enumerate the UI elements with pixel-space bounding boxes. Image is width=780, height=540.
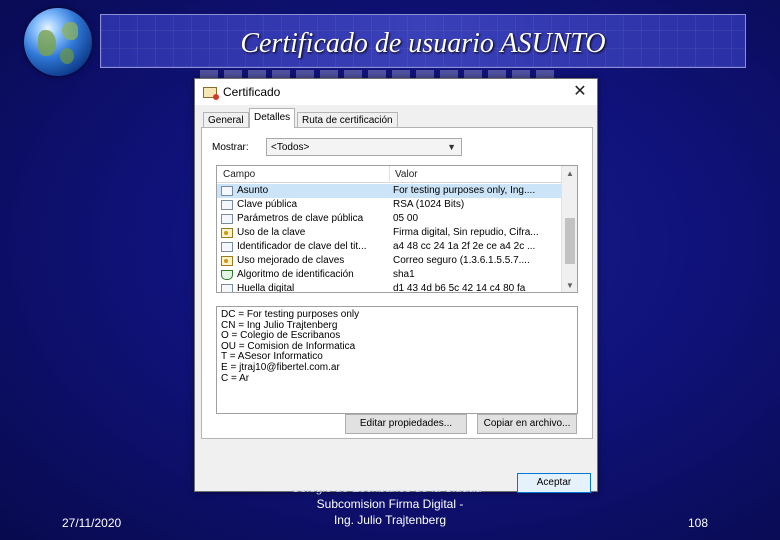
column-header-value[interactable]: Valor (395, 169, 418, 180)
row-field: Asunto (237, 185, 269, 196)
key-icon (221, 228, 233, 238)
column-divider[interactable] (389, 166, 390, 183)
row-value: Correo seguro (1.3.6.1.5.5.7.... (393, 255, 530, 266)
list-header: Campo Valor (217, 166, 561, 183)
list-row-clave-publica[interactable]: Clave pública RSA (1024 Bits) (217, 198, 561, 212)
key-icon (221, 256, 233, 266)
row-field: Algoritmo de identificación (237, 269, 354, 280)
fields-list[interactable]: Campo Valor Asunto For testing purposes … (216, 165, 578, 293)
list-rows: Asunto For testing purposes only, Ing...… (217, 184, 561, 293)
globe-logo (24, 8, 92, 76)
row-value: For testing purposes only, Ing.... (393, 185, 536, 196)
certificate-dialog: Certificado ✕ General Detalles Ruta de c… (194, 78, 598, 493)
tab-certification-path[interactable]: Ruta de certificación (297, 112, 398, 128)
row-field: Uso de la clave (237, 227, 306, 238)
tab-general[interactable]: General (203, 112, 249, 128)
row-value: sha1 (393, 269, 415, 280)
row-field: Huella digital (237, 283, 295, 293)
row-value: Firma digital, Sin repudio, Cifra... (393, 227, 539, 238)
row-value: 05 00 (393, 213, 419, 224)
show-dropdown-value: <Todos> (271, 142, 310, 153)
edit-properties-button[interactable]: Editar propiedades... (345, 414, 467, 434)
slide-title: Certificado de usuario ASUNTO (240, 28, 606, 59)
list-row-huella[interactable]: Huella digital d1 43 4d b6 5c 42 14 c4 8… (217, 282, 561, 293)
footer-line-partial: Colegio de Escribanos de la Ciudad - (290, 481, 490, 495)
row-value: RSA (1024 Bits) (393, 199, 465, 210)
list-row-uso-clave[interactable]: Uso de la clave Firma digital, Sin repud… (217, 226, 561, 240)
field-detail-textbox[interactable]: DC = For testing purposes only CN = Ing … (216, 306, 578, 414)
globe-land (38, 30, 56, 56)
row-value: a4 48 cc 24 1a 2f 2e ce a4 2c ... (393, 241, 536, 252)
page-number: 108 (688, 516, 709, 530)
tab-details[interactable]: Detalles (249, 108, 296, 128)
show-dropdown[interactable]: <Todos> ▼ (266, 138, 462, 156)
list-scrollbar[interactable]: ▲ ▼ (561, 166, 577, 292)
list-row-asunto[interactable]: Asunto For testing purposes only, Ing...… (217, 184, 561, 198)
scroll-up-icon[interactable]: ▲ (566, 169, 574, 178)
list-row-identificador[interactable]: Identificador de clave del tit... a4 48 … (217, 240, 561, 254)
details-panel: Mostrar: <Todos> ▼ Campo Valor Asunto Fo… (201, 127, 593, 439)
certificate-field-icon (221, 200, 233, 210)
scroll-down-icon[interactable]: ▼ (566, 281, 574, 290)
accept-button[interactable]: Aceptar (517, 473, 591, 493)
footer-date: 27/11/2020 (62, 516, 122, 530)
detail-line: E = jtraj10@fibertel.com.ar (221, 361, 340, 373)
detail-line: C = Ar (221, 372, 250, 384)
certificate-field-icon (221, 214, 233, 224)
list-row-parametros[interactable]: Parámetros de clave pública 05 00 (217, 212, 561, 226)
detail-line: DC = For testing purposes only (221, 309, 360, 320)
show-label: Mostrar: (212, 142, 249, 153)
row-field: Clave pública (237, 199, 298, 210)
dialog-titlebar: Certificado ✕ (195, 79, 597, 105)
scrollbar-thumb[interactable] (565, 218, 575, 264)
row-field: Parámetros de clave pública (237, 213, 364, 224)
copy-to-file-button[interactable]: Copiar en archivo... (477, 414, 577, 434)
certificate-field-icon (221, 284, 233, 292)
certificate-field-icon (221, 242, 233, 252)
row-field: Identificador de clave del tit... (237, 241, 367, 252)
list-row-algoritmo[interactable]: Algoritmo de identificación sha1 (217, 268, 561, 282)
certificate-icon (203, 87, 219, 100)
globe-land (62, 22, 78, 40)
chevron-down-icon: ▼ (447, 142, 456, 152)
footer-line: Subcomision Firma Digital - (316, 497, 464, 511)
globe-land (60, 48, 74, 64)
row-value: d1 43 4d b6 5c 42 14 c4 80 fa (393, 283, 526, 293)
row-field: Uso mejorado de claves (237, 255, 345, 266)
dialog-title: Certificado (223, 85, 281, 99)
footer-line: Ing. Julio Trajtenberg (333, 513, 447, 527)
certificate-field-icon (221, 186, 233, 196)
footer-credit: Colegio de Escribanos de la Ciudad - Sub… (270, 480, 510, 528)
column-header-field[interactable]: Campo (223, 169, 255, 180)
shield-icon (221, 270, 233, 280)
close-button[interactable]: ✕ (569, 81, 591, 103)
list-row-uso-mejorado[interactable]: Uso mejorado de claves Correo seguro (1.… (217, 254, 561, 268)
